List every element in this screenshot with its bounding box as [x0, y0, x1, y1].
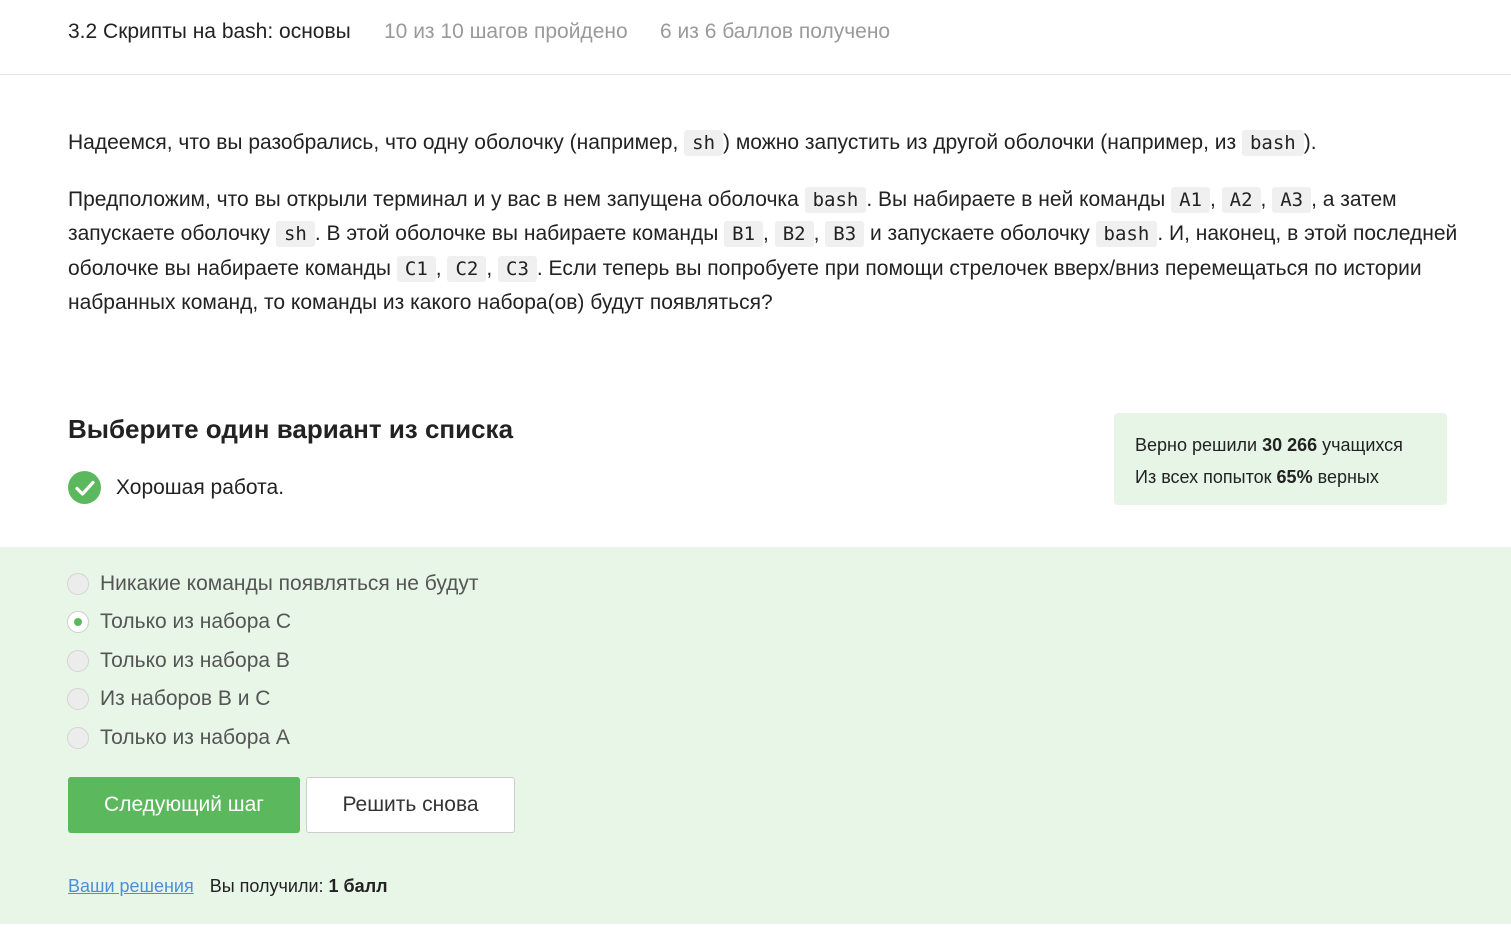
lesson-header: 3.2 Скрипты на bash: основы 10 из 10 шаг…	[0, 0, 1511, 75]
question-paragraph-2: Предположим, что вы открыли терминал и у…	[68, 183, 1458, 321]
option-3[interactable]: Из наборов В и С	[67, 687, 270, 711]
question-text: Надеемся, что вы разобрались, что одну о…	[68, 126, 1458, 343]
attempts-stat: Из всех попыток 65% верных	[1135, 461, 1426, 493]
check-circle-icon	[68, 471, 101, 504]
attempts-percent: 65%	[1276, 467, 1313, 487]
text-fragment: ,	[435, 256, 448, 280]
feedback-text: Хорошая работа.	[116, 475, 285, 499]
text-fragment: . Вы набираете в ней команды	[866, 187, 1172, 211]
stat-label: верных	[1312, 467, 1379, 487]
solved-stat: Верно решили 30 266 учащихся	[1135, 429, 1426, 461]
code-snippet: bash	[1095, 221, 1158, 247]
radio-button-selected[interactable]	[67, 611, 89, 633]
option-4[interactable]: Только из набора А	[67, 726, 290, 750]
text-fragment: ,	[1260, 187, 1273, 211]
points-progress: 6 из 6 баллов получено	[660, 20, 891, 43]
code-snippet: B3	[825, 221, 865, 247]
radio-button[interactable]	[67, 573, 89, 595]
text-fragment: ,	[1209, 187, 1222, 211]
option-label[interactable]: Только из набора С	[100, 610, 291, 634]
option-2[interactable]: Только из набора В	[67, 649, 290, 673]
lesson-title[interactable]: 3.2 Скрипты на bash: основы	[68, 20, 351, 44]
submission-footer: Ваши решения Вы получили: 1 балл	[68, 876, 388, 897]
stat-label: учащихся	[1317, 435, 1403, 455]
score-text: Вы получили: 1 балл	[210, 876, 388, 896]
text-fragment: Надеемся, что вы разобрались, что одну о…	[68, 131, 685, 154]
text-fragment: ).	[1303, 131, 1317, 154]
option-label[interactable]: Из наборов В и С	[100, 687, 270, 711]
option-0[interactable]: Никакие команды появляться не будут	[67, 572, 479, 596]
text-fragment: Предположим, что вы открыли терминал и у…	[68, 187, 805, 211]
code-snippet: C2	[447, 255, 487, 282]
radio-button[interactable]	[67, 650, 89, 672]
solve-again-button[interactable]: Решить снова	[306, 777, 515, 833]
stat-label: Из всех попыток	[1135, 467, 1277, 487]
text-fragment: ,	[813, 222, 826, 245]
question-paragraph-1: Надеемся, что вы разобрались, что одну о…	[68, 126, 1458, 161]
radio-button[interactable]	[67, 688, 89, 710]
solved-count: 30 266	[1262, 435, 1318, 455]
code-snippet: A2	[1221, 186, 1261, 213]
text-fragment: ) можно запустить из другой оболочки (на…	[723, 131, 1242, 154]
code-snippet: sh	[684, 130, 724, 156]
code-snippet: C3	[498, 255, 537, 282]
radio-button[interactable]	[67, 727, 89, 749]
score-value: 1 балл	[328, 876, 388, 896]
code-snippet: C1	[396, 255, 436, 282]
stat-label: Верно решили	[1135, 435, 1263, 455]
quiz-title: Выберите один вариант из списка	[68, 414, 514, 444]
code-snippet: B1	[724, 221, 764, 247]
feedback-message: Хорошая работа.	[68, 471, 284, 504]
text-fragment: и запускаете оболочку	[864, 222, 1096, 245]
text-fragment: ,	[486, 256, 498, 280]
next-step-button[interactable]: Следующий шаг	[68, 777, 300, 833]
option-label[interactable]: Только из набора В	[100, 649, 290, 673]
option-label[interactable]: Никакие команды появляться не будут	[100, 572, 479, 596]
steps-progress: 10 из 10 шагов пройдено	[384, 20, 628, 43]
stats-box: Верно решили 30 266 учащихся Из всех поп…	[1114, 413, 1447, 505]
code-snippet: bash	[804, 186, 867, 213]
code-snippet: bash	[1241, 130, 1304, 156]
your-solutions-link[interactable]: Ваши решения	[68, 876, 194, 896]
text-fragment: ,	[763, 222, 775, 245]
code-snippet: sh	[275, 221, 315, 247]
code-snippet: A3	[1272, 186, 1312, 213]
code-snippet: A1	[1171, 186, 1210, 213]
option-1[interactable]: Только из набора С	[67, 610, 291, 634]
option-label[interactable]: Только из набора А	[100, 726, 290, 750]
code-snippet: B2	[774, 221, 814, 247]
score-label: Вы получили:	[209, 876, 329, 896]
text-fragment: . В этой оболочке вы набираете команды	[314, 222, 725, 245]
